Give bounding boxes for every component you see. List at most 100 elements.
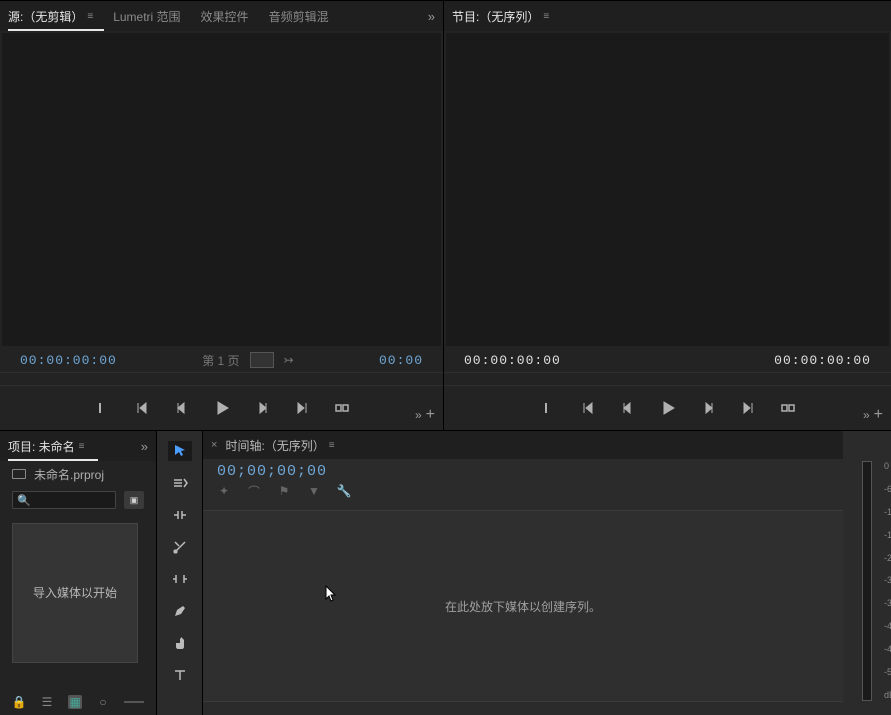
add-marker-icon[interactable]: ▼	[307, 484, 321, 498]
tab-timeline[interactable]: 时间轴:（无序列） ≡	[225, 437, 334, 454]
source-time-ruler[interactable]	[0, 372, 443, 386]
app-root: 源:（无剪辑） ≡ Lumetri 范围 效果控件 音频剪辑混 » 00:00:…	[0, 0, 891, 715]
monitor-row: 源:（无剪辑） ≡ Lumetri 范围 效果控件 音频剪辑混 » 00:00:…	[0, 0, 891, 430]
meter-label: dB	[884, 691, 891, 700]
meter-label: -6	[884, 485, 891, 494]
type-tool[interactable]	[168, 665, 192, 685]
chevron-right-icon: »	[415, 408, 422, 422]
timeline-timecode[interactable]: 00;00;00;00	[217, 463, 829, 480]
list-view-button[interactable]: ☰	[40, 695, 54, 709]
panel-menu-icon[interactable]: ≡	[329, 440, 335, 451]
go-to-in-button[interactable]	[133, 399, 151, 417]
project-file-row: 未命名.prproj	[0, 461, 156, 487]
program-timecode-left[interactable]: 00:00:00:00	[464, 353, 561, 368]
go-to-in-button[interactable]	[579, 399, 597, 417]
meter-label: -36	[884, 599, 891, 608]
step-forward-button[interactable]	[253, 399, 271, 417]
freeform-view-button[interactable]: ○	[96, 695, 110, 709]
timeline-drop-area[interactable]: 在此处放下媒体以创建序列。	[203, 511, 843, 701]
meter-scale-labels: 0 -6 -12 -18 -24 -30 -36 -42 -48 -54 dB	[884, 462, 891, 700]
project-panel: 项目: 未命名 ≡ » 未命名.prproj 🔍 ▣ 导入媒体以开始	[0, 431, 157, 715]
tabs-overflow-icon[interactable]: »	[428, 9, 435, 24]
tab-project[interactable]: 项目: 未命名 ≡	[8, 438, 85, 455]
chevron-right-icon: »	[863, 408, 870, 422]
program-transport: » +	[444, 386, 891, 430]
pen-tool[interactable]	[168, 601, 192, 621]
audio-meter[interactable]: 0 -6 -12 -18 -24 -30 -36 -42 -48 -54 dB	[862, 461, 872, 701]
go-to-out-button[interactable]	[739, 399, 757, 417]
tab-audio-clip[interactable]: 音频剪辑混	[269, 8, 329, 25]
razor-tool[interactable]	[168, 537, 192, 557]
selection-tool[interactable]	[168, 441, 192, 461]
tab-source[interactable]: 源:（无剪辑） ≡	[8, 8, 93, 25]
mark-in-button[interactable]	[539, 399, 557, 417]
ripple-edit-tool[interactable]	[168, 505, 192, 525]
timeline-scrollbar[interactable]	[203, 701, 843, 715]
meter-label: -12	[884, 508, 891, 517]
step-forward-button[interactable]	[699, 399, 717, 417]
filter-bins-button[interactable]: ▣	[124, 491, 144, 509]
active-tab-underline	[8, 29, 104, 31]
folder-icon	[12, 469, 26, 479]
tab-program-label: 节目:（无序列）	[452, 8, 539, 25]
project-bin-area[interactable]: 导入媒体以开始	[0, 513, 156, 689]
tabs-overflow-icon[interactable]: »	[141, 439, 148, 454]
icon-view-button[interactable]: ▦	[68, 695, 82, 709]
linked-selection-icon[interactable]: ⌒	[247, 484, 261, 498]
source-timecode-right[interactable]: 00:00	[379, 353, 423, 368]
thumbnail-size-slider[interactable]	[124, 701, 144, 703]
meter-label: -54	[884, 668, 891, 677]
tab-timeline-label: 时间轴:（无序列）	[225, 437, 324, 454]
program-time-ruler[interactable]	[444, 372, 891, 386]
snap-icon[interactable]: ✦	[217, 484, 231, 498]
play-button[interactable]	[659, 399, 677, 417]
timeline-tabs: × 时间轴:（无序列） ≡	[203, 431, 843, 459]
meter-label: 0	[884, 462, 891, 471]
meter-label: -24	[884, 554, 891, 563]
panel-menu-icon[interactable]: ≡	[79, 441, 85, 452]
track-select-tool[interactable]	[168, 473, 192, 493]
tab-lumetri[interactable]: Lumetri 范围	[113, 8, 180, 25]
program-transport-overflow[interactable]: » +	[863, 406, 883, 424]
plus-icon: +	[426, 406, 435, 424]
project-tabs: 项目: 未命名 ≡ »	[0, 431, 156, 461]
panel-menu-icon[interactable]: ≡	[543, 11, 549, 22]
meter-label: -30	[884, 576, 891, 585]
cursor-icon	[325, 585, 337, 603]
import-prompt-text: 导入媒体以开始	[33, 584, 117, 602]
page-label: 第 1 页	[202, 352, 239, 369]
mark-in-button[interactable]	[93, 399, 111, 417]
double-arrow-icon: ↣	[284, 353, 294, 367]
source-monitor-view[interactable]	[2, 33, 441, 346]
source-timecode-left[interactable]: 00:00:00:00	[20, 353, 117, 368]
timeline-drop-prompt: 在此处放下媒体以创建序列。	[445, 598, 601, 615]
close-tab-icon[interactable]: ×	[211, 439, 217, 451]
play-button[interactable]	[213, 399, 231, 417]
tab-effect-controls[interactable]: 效果控件	[201, 8, 249, 25]
step-back-button[interactable]	[619, 399, 637, 417]
search-input[interactable]: 🔍	[12, 491, 116, 509]
insert-button[interactable]	[333, 399, 351, 417]
program-timecode-row: 00:00:00:00 00:00:00:00	[444, 348, 891, 372]
step-back-button[interactable]	[173, 399, 191, 417]
program-panel-tabs: 节目:（无序列） ≡	[444, 1, 891, 31]
hand-tool[interactable]	[168, 633, 192, 653]
tools-panel	[157, 431, 203, 715]
tab-program[interactable]: 节目:（无序列） ≡	[452, 8, 549, 25]
import-media-placeholder[interactable]: 导入媒体以开始	[12, 523, 138, 663]
panel-menu-icon[interactable]: ≡	[87, 11, 93, 22]
source-transport-overflow[interactable]: » +	[415, 406, 435, 424]
go-to-out-button[interactable]	[293, 399, 311, 417]
source-fit-indicator[interactable]: 第 1 页 ↣	[202, 352, 293, 369]
write-lock-icon[interactable]: 🔒	[12, 695, 26, 709]
settings-icon[interactable]: 🔧	[337, 484, 351, 498]
marker-icon[interactable]: ⚑	[277, 484, 291, 498]
lower-row: 项目: 未命名 ≡ » 未命名.prproj 🔍 ▣ 导入媒体以开始	[0, 430, 891, 715]
timeline-header: 00;00;00;00 ✦ ⌒ ⚑ ▼ 🔧	[203, 459, 843, 511]
source-timecode-row: 00:00:00:00 第 1 页 ↣ 00:00	[0, 348, 443, 372]
tab-project-label: 项目: 未命名	[8, 438, 75, 455]
lift-button[interactable]	[779, 399, 797, 417]
program-monitor-view[interactable]	[446, 33, 889, 346]
slip-tool[interactable]	[168, 569, 192, 589]
program-timecode-right[interactable]: 00:00:00:00	[774, 353, 871, 368]
